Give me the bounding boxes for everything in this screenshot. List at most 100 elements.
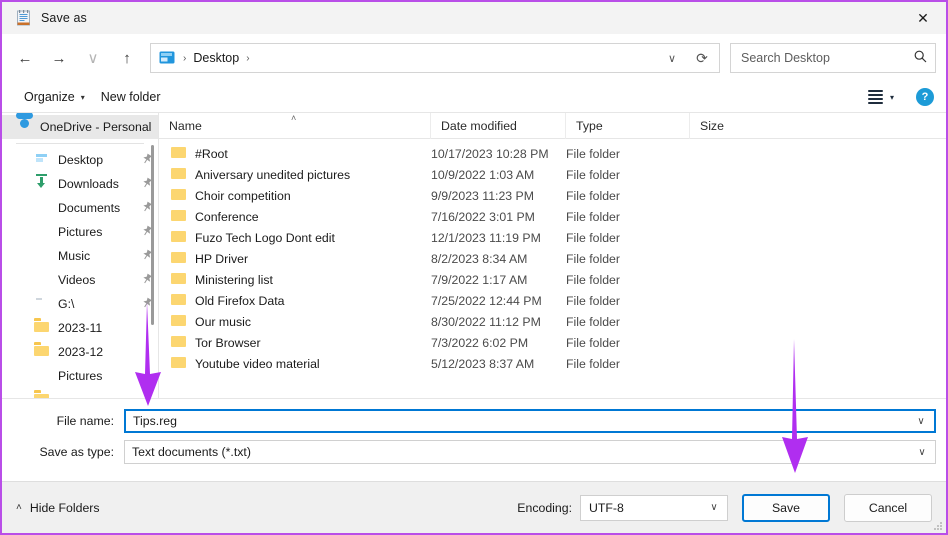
forward-button[interactable]: → (42, 42, 76, 74)
chevron-down-icon: ▾ (80, 92, 85, 102)
table-row[interactable]: Tor Browser 7/3/2022 6:02 PM File folder (159, 332, 946, 353)
sidebar-item-pictures[interactable]: Pictures (2, 220, 158, 244)
file-type-cell: File folder (566, 230, 620, 245)
file-name-text: HP Driver (195, 251, 249, 266)
up-button[interactable]: ↑ (110, 42, 144, 74)
save-button[interactable]: Save (742, 493, 830, 522)
sidebar-item-pictures-2[interactable]: Pictures (2, 364, 158, 388)
sidebar-item-videos[interactable]: Videos (2, 268, 158, 292)
breadcrumb-desktop[interactable]: Desktop (189, 48, 243, 68)
address-bar[interactable]: › Desktop › ∨ ⟳ (150, 43, 720, 73)
sidebar-item-label: OneDrive - Personal (40, 120, 152, 134)
folder-icon (171, 230, 187, 246)
column-header-type[interactable]: Type (566, 113, 690, 139)
download-icon (34, 174, 50, 192)
sidebar-item-downloads[interactable]: Downloads (2, 172, 158, 196)
folder-icon (171, 356, 187, 372)
file-date-cell: 10/9/2022 1:03 AM (431, 167, 535, 182)
organize-button[interactable]: Organize ▾ (16, 86, 93, 108)
sidebar-item-drive-g[interactable]: G:\ (2, 292, 158, 316)
help-icon[interactable]: ? (916, 88, 934, 106)
table-row[interactable]: Our music 8/30/2022 11:12 PM File folder (159, 311, 946, 332)
sidebar-item-2023-11[interactable]: 2023-11 (2, 316, 158, 340)
search-icon[interactable] (914, 50, 927, 66)
table-row[interactable]: Ministering list 7/9/2022 1:17 AM File f… (159, 269, 946, 290)
table-row[interactable]: HP Driver 8/2/2023 8:34 AM File folder (159, 248, 946, 269)
file-type-cell: File folder (566, 188, 620, 203)
file-name-cell: Ministering list (159, 272, 431, 288)
desktop-icon (34, 152, 50, 168)
encoding-value: UTF-8 (589, 500, 624, 515)
navigation-sidebar[interactable]: OneDrive - Personal Desktop Downloads Do… (2, 113, 158, 398)
sidebar-item-onedrive[interactable]: OneDrive - Personal (2, 115, 158, 139)
sidebar-item-documents[interactable]: Documents (2, 196, 158, 220)
column-header-name-label: Name (169, 118, 202, 133)
table-row[interactable]: Youtube video material 5/12/2023 8:37 AM… (159, 353, 946, 374)
close-icon[interactable]: ✕ (900, 2, 946, 34)
drive-icon (34, 296, 50, 312)
file-date-cell: 7/9/2022 1:17 AM (431, 272, 528, 287)
file-name-cell: Our music (159, 314, 431, 330)
table-row[interactable]: Conference 7/16/2022 3:01 PM File folder (159, 206, 946, 227)
sidebar-scrollbar[interactable] (151, 145, 154, 325)
column-header-size[interactable]: Size (690, 113, 792, 139)
new-folder-label: New folder (100, 90, 161, 104)
file-name-text: #Root (195, 146, 228, 161)
title-bar: Save as ✕ (2, 2, 946, 34)
desktop-icon (159, 51, 175, 65)
save-as-type-select[interactable]: Text documents (*.txt) ∨ (124, 440, 936, 464)
pictures-icon (34, 368, 50, 384)
sidebar-item-label: 2023-12 (58, 345, 104, 359)
file-date-cell: 7/16/2022 3:01 PM (431, 209, 535, 224)
hide-folders-label: Hide Folders (29, 500, 100, 515)
column-header-name[interactable]: Name ˄ (159, 113, 431, 139)
folder-icon (171, 188, 187, 204)
sidebar-item-2023-12[interactable]: 2023-12 (2, 340, 158, 364)
resize-grip[interactable] (933, 521, 943, 531)
file-list-pane: Name ˄ Date modified Type Size #Root 10/… (159, 113, 946, 398)
breadcrumb-separator-trailing[interactable]: › (243, 53, 252, 64)
file-name-value: Tips.reg (133, 414, 177, 428)
file-date-cell: 10/17/2023 10:28 PM (431, 146, 549, 161)
folder-icon (171, 293, 187, 309)
sidebar-item-partial[interactable] (2, 388, 158, 398)
address-chevron-down-icon[interactable]: ∨ (657, 44, 687, 72)
sidebar-item-label: G:\ (58, 297, 75, 311)
file-name-cell: Old Firefox Data (159, 293, 431, 309)
chevron-down-icon: ▾ (889, 92, 894, 102)
file-date-cell: 12/1/2023 11:19 PM (431, 230, 541, 245)
file-name-input[interactable]: Tips.reg ∨ (124, 409, 936, 433)
cancel-button[interactable]: Cancel (844, 493, 932, 522)
sidebar-item-desktop[interactable]: Desktop (2, 148, 158, 172)
file-name-cell: #Root (159, 146, 431, 162)
recent-locations-chevron-down-icon[interactable]: ∨ (76, 42, 110, 74)
new-folder-button[interactable]: New folder (93, 86, 169, 108)
organize-label: Organize (24, 90, 75, 104)
sidebar-item-label: Desktop (58, 153, 104, 167)
encoding-select[interactable]: UTF-8 ∨ (580, 494, 728, 521)
table-row[interactable]: Fuzo Tech Logo Dont edit 12/1/2023 11:19… (159, 227, 946, 248)
sidebar-item-music[interactable]: Music (2, 244, 158, 268)
search-input[interactable]: Search Desktop (741, 51, 914, 65)
hide-folders-button[interactable]: ˄ Hide Folders (16, 501, 100, 515)
file-type-cell: File folder (566, 293, 620, 308)
chevron-down-icon[interactable]: ∨ (908, 411, 934, 431)
list-view-icon (867, 90, 883, 104)
search-box[interactable]: Search Desktop (730, 43, 936, 73)
back-button[interactable]: ← (8, 42, 42, 74)
table-row[interactable]: Old Firefox Data 7/25/2022 12:44 PM File… (159, 290, 946, 311)
table-row[interactable]: Aniversary unedited pictures 10/9/2022 1… (159, 164, 946, 185)
chevron-down-icon[interactable]: ∨ (701, 496, 727, 520)
view-options-button[interactable]: ▾ (862, 86, 900, 108)
sidebar-item-label: Videos (58, 273, 96, 287)
table-row[interactable]: #Root 10/17/2023 10:28 PM File folder (159, 143, 946, 164)
folder-icon (171, 251, 187, 267)
file-name-cell: Fuzo Tech Logo Dont edit (159, 230, 431, 246)
sidebar-item-label: 2023-11 (58, 321, 103, 335)
chevron-down-icon[interactable]: ∨ (909, 441, 935, 463)
column-header-date-modified[interactable]: Date modified (431, 113, 566, 139)
video-icon (34, 272, 50, 288)
table-row[interactable]: Choir competition 9/9/2023 11:23 PM File… (159, 185, 946, 206)
save-form: File name: Tips.reg ∨ Save as type: Text… (2, 398, 946, 481)
refresh-icon[interactable]: ⟳ (687, 44, 717, 72)
